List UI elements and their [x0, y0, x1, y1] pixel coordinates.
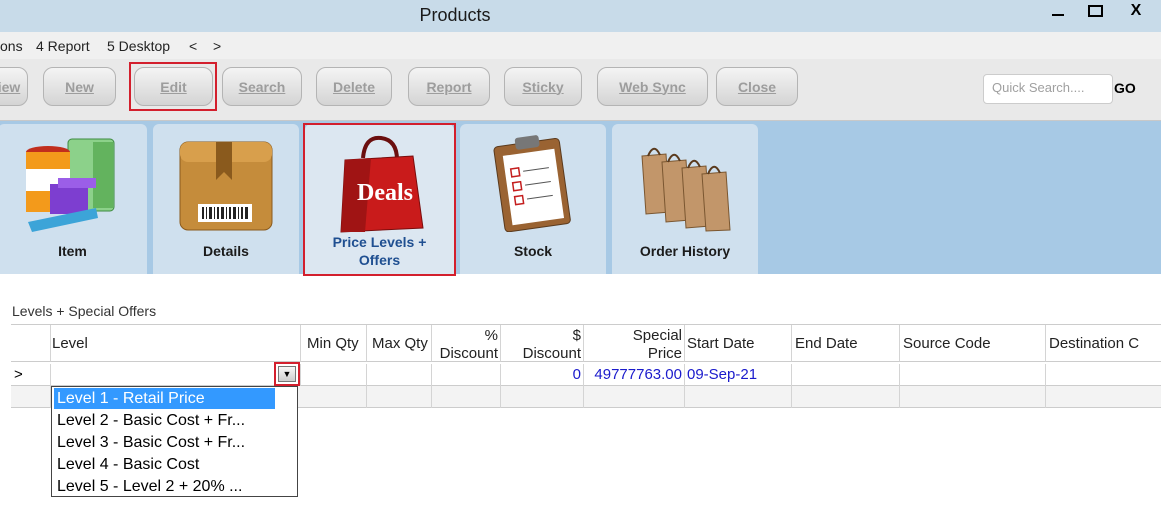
col-special-price[interactable]: Special Price — [584, 325, 685, 362]
col-pct-discount[interactable]: % Discount — [432, 325, 501, 362]
dollar-discount-cell[interactable]: 0 — [501, 364, 584, 386]
box-barcode-icon — [179, 141, 273, 231]
start-date-cell[interactable]: 09-Sep-21 — [685, 364, 792, 386]
menu-item-options[interactable]: ons — [0, 38, 23, 54]
inventory-clipboard-icon — [493, 135, 571, 232]
tab-item-label: Item — [58, 243, 87, 259]
special-price-cell[interactable]: 49777763.00 — [584, 364, 685, 386]
menu-scroll-right[interactable]: > — [213, 38, 221, 54]
price-tab-highlight — [303, 123, 456, 276]
end-date-cell[interactable] — [792, 364, 900, 386]
col-end-date[interactable]: End Date — [792, 325, 900, 362]
new-button[interactable]: New — [43, 67, 116, 106]
edit-highlight — [129, 62, 217, 111]
max-qty-cell[interactable] — [367, 364, 432, 386]
dropdown-highlight — [274, 362, 300, 386]
search-button[interactable]: Search — [222, 67, 302, 106]
minimize-icon[interactable] — [1040, 0, 1076, 22]
tab-details-label: Details — [203, 243, 249, 259]
view-button[interactable]: iew — [0, 67, 28, 106]
menu-item-report[interactable]: 4 Report — [36, 38, 90, 54]
col-start-date[interactable]: Start Date — [685, 325, 792, 362]
col-min-qty[interactable]: Min Qty — [301, 325, 367, 362]
level-dropdown-list: Level 1 - Retail Price Level 2 - Basic C… — [51, 386, 298, 497]
row-marker: > — [11, 364, 51, 386]
close-button[interactable]: Close — [716, 67, 798, 106]
source-code-cell[interactable] — [900, 364, 1046, 386]
delete-button[interactable]: Delete — [316, 67, 392, 106]
col-destination-code[interactable]: Destination C — [1046, 325, 1161, 362]
title-bar: Products X — [0, 0, 1161, 32]
col-dollar-discount[interactable]: $ Discount — [501, 325, 584, 362]
section-title: Levels + Special Offers — [12, 303, 157, 319]
col-max-qty[interactable]: Max Qty — [367, 325, 432, 362]
web-sync-button[interactable]: Web Sync — [597, 67, 708, 106]
report-button[interactable]: Report — [408, 67, 490, 106]
col-level[interactable]: Level — [51, 325, 301, 362]
tab-strip: Item Details Deals Price Levels + Offers — [0, 121, 1161, 276]
window-title: Products — [419, 5, 491, 25]
tab-stock[interactable]: Stock — [460, 124, 606, 274]
level-cell[interactable] — [51, 364, 301, 386]
tab-item[interactable]: Item — [0, 124, 147, 274]
quick-search-placeholder: Quick Search.... — [992, 80, 1085, 95]
maximize-icon[interactable] — [1077, 0, 1113, 22]
quick-search-input[interactable]: Quick Search.... — [983, 74, 1113, 104]
row-header-col — [11, 325, 51, 362]
tab-order-history-label: Order History — [639, 243, 731, 259]
menu-bar: ons 4 Report 5 Desktop < > — [0, 32, 1161, 59]
table-row[interactable]: > 0 49777763.00 09-Sep-21 — [11, 364, 1161, 386]
tab-stock-label: Stock — [513, 243, 553, 259]
tab-order-history[interactable]: Order History — [612, 124, 758, 274]
close-icon[interactable]: X — [1114, 0, 1158, 22]
menu-item-desktop[interactable]: 5 Desktop — [107, 38, 170, 54]
products-icon — [26, 138, 115, 232]
sticky-button[interactable]: Sticky — [504, 67, 582, 106]
menu-scroll-left[interactable]: < — [189, 38, 197, 54]
tab-details[interactable]: Details — [153, 124, 299, 274]
dropdown-option[interactable]: Level 3 - Basic Cost + Fr... — [54, 432, 245, 453]
col-source-code[interactable]: Source Code — [900, 325, 1046, 362]
dropdown-option[interactable]: Level 1 - Retail Price — [54, 388, 275, 409]
go-button[interactable]: GO — [1114, 80, 1136, 96]
dropdown-option[interactable]: Level 4 - Basic Cost — [54, 454, 199, 475]
destination-code-cell[interactable] — [1046, 364, 1161, 386]
pct-discount-cell[interactable] — [432, 364, 501, 386]
dropdown-option[interactable]: Level 2 - Basic Cost + Fr... — [54, 410, 245, 431]
dropdown-option[interactable]: Level 5 - Level 2 + 20% ... — [54, 476, 242, 497]
min-qty-cell[interactable] — [301, 364, 367, 386]
shopping-bags-icon — [641, 147, 731, 232]
